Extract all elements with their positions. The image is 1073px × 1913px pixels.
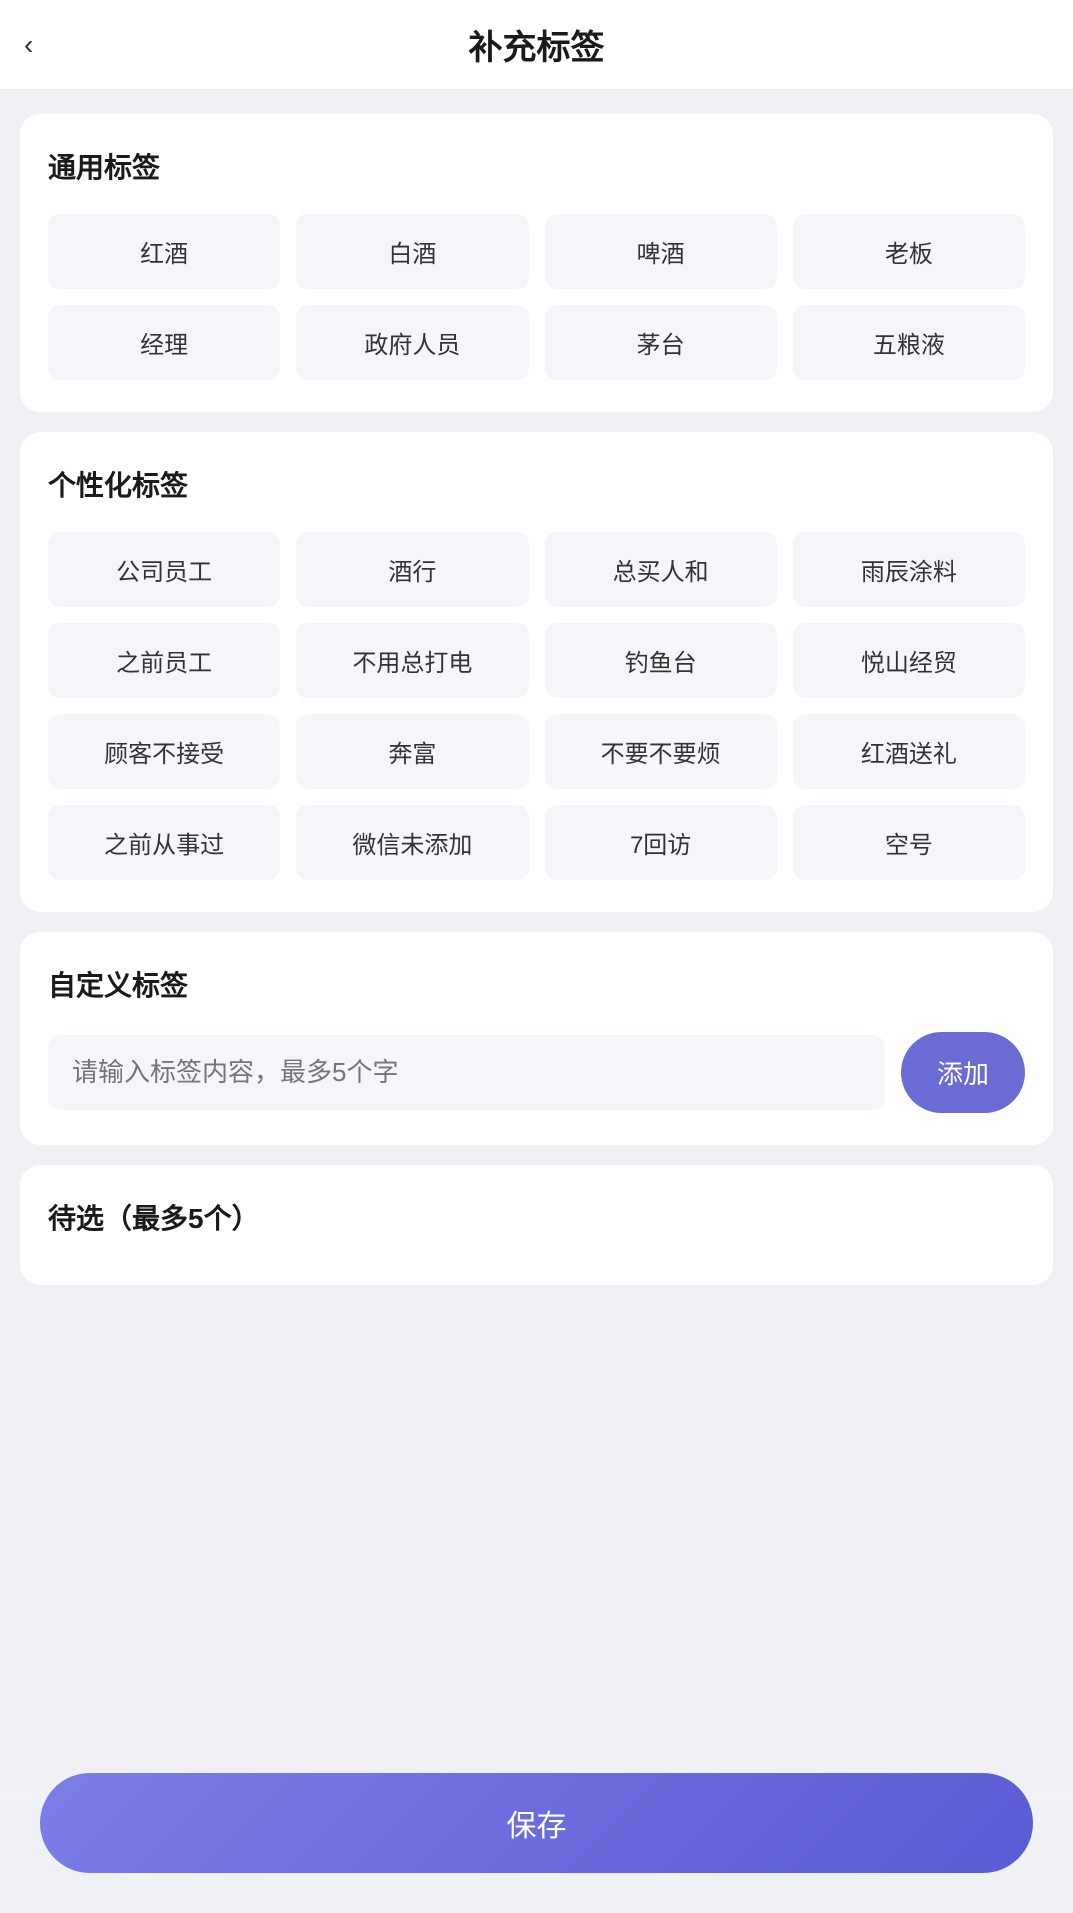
personalized-tag-item[interactable]: 公司员工 [48, 532, 280, 607]
general-tags-title: 通用标签 [48, 146, 1025, 186]
pending-tags-title: 待选（最多5个） [48, 1197, 1025, 1237]
personalized-tag-item[interactable]: 红酒送礼 [793, 714, 1025, 789]
back-button[interactable]: ‹ [24, 31, 33, 59]
pending-tags-card: 待选（最多5个） [20, 1165, 1053, 1285]
personalized-tag-item[interactable]: 酒行 [296, 532, 528, 607]
custom-tag-title: 自定义标签 [48, 964, 1025, 1004]
general-tag-item[interactable]: 经理 [48, 305, 280, 380]
general-tag-item[interactable]: 政府人员 [296, 305, 528, 380]
general-tag-item[interactable]: 啤酒 [545, 214, 777, 289]
personalized-tag-item[interactable]: 之前员工 [48, 623, 280, 698]
save-area: 保存 [0, 1753, 1073, 1913]
header: ‹ 补充标签 [0, 0, 1073, 90]
personalized-tag-item[interactable]: 钓鱼台 [545, 623, 777, 698]
personalized-tag-item[interactable]: 不用总打电 [296, 623, 528, 698]
personalized-tag-item[interactable]: 顾客不接受 [48, 714, 280, 789]
personalized-tag-item[interactable]: 奔富 [296, 714, 528, 789]
custom-tag-input-area: 添加 [48, 1032, 1025, 1113]
personalized-tag-item[interactable]: 总买人和 [545, 532, 777, 607]
save-button[interactable]: 保存 [40, 1773, 1033, 1873]
content-area: 通用标签 红酒白酒啤酒老板经理政府人员茅台五粮液 个性化标签 公司员工酒行总买人… [0, 90, 1073, 1309]
personalized-tag-item[interactable]: 之前从事过 [48, 805, 280, 880]
personalized-tag-item[interactable]: 悦山经贸 [793, 623, 1025, 698]
personalized-tag-item[interactable]: 不要不要烦 [545, 714, 777, 789]
personalized-tag-item[interactable]: 空号 [793, 805, 1025, 880]
custom-tag-card: 自定义标签 添加 [20, 932, 1053, 1145]
add-tag-button[interactable]: 添加 [901, 1032, 1025, 1113]
personalized-tags-grid: 公司员工酒行总买人和雨辰涂料之前员工不用总打电钓鱼台悦山经贸顾客不接受奔富不要不… [48, 532, 1025, 880]
general-tag-item[interactable]: 红酒 [48, 214, 280, 289]
general-tag-item[interactable]: 老板 [793, 214, 1025, 289]
personalized-tag-item[interactable]: 雨辰涂料 [793, 532, 1025, 607]
general-tags-grid: 红酒白酒啤酒老板经理政府人员茅台五粮液 [48, 214, 1025, 380]
general-tag-item[interactable]: 茅台 [545, 305, 777, 380]
personalized-tags-title: 个性化标签 [48, 464, 1025, 504]
personalized-tags-card: 个性化标签 公司员工酒行总买人和雨辰涂料之前员工不用总打电钓鱼台悦山经贸顾客不接… [20, 432, 1053, 912]
general-tag-item[interactable]: 白酒 [296, 214, 528, 289]
general-tag-item[interactable]: 五粮液 [793, 305, 1025, 380]
page-title: 补充标签 [469, 20, 605, 69]
personalized-tag-item[interactable]: 微信未添加 [296, 805, 528, 880]
general-tags-card: 通用标签 红酒白酒啤酒老板经理政府人员茅台五粮液 [20, 114, 1053, 412]
custom-tag-input[interactable] [48, 1035, 885, 1110]
personalized-tag-item[interactable]: 7回访 [545, 805, 777, 880]
